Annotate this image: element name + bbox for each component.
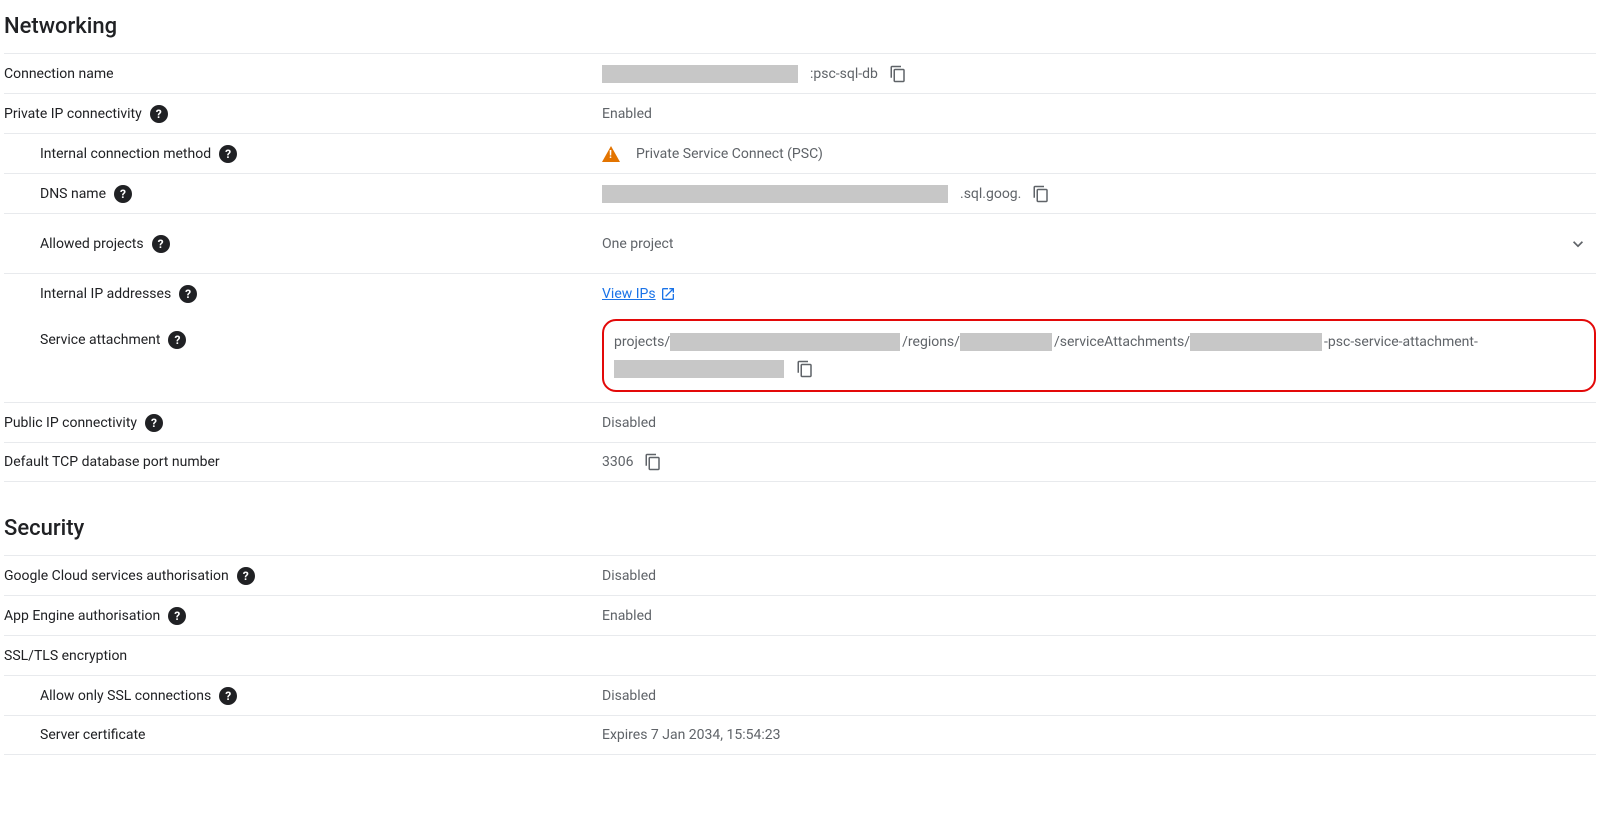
redacted-dns (602, 185, 948, 203)
dns-name-label: DNS name (40, 186, 106, 202)
redacted-sa-name (1190, 333, 1322, 351)
ssl-tls-label: SSL/TLS encryption (4, 648, 127, 664)
row-gcs-auth: Google Cloud services authorisation ? Di… (4, 555, 1596, 595)
row-ssl-tls: SSL/TLS encryption (4, 635, 1596, 675)
copy-icon[interactable] (888, 64, 908, 84)
internal-method-value: Private Service Connect (PSC) (636, 146, 823, 162)
sa-suffix: -psc-service-attachment- (1324, 334, 1478, 350)
chevron-down-icon[interactable] (1568, 234, 1588, 254)
row-connection-name: Connection name :psc-sql-db (4, 53, 1596, 93)
warning-icon (602, 146, 620, 162)
row-allow-ssl: Allow only SSL connections ? Disabled (4, 675, 1596, 715)
service-attachment-label: Service attachment (40, 332, 160, 348)
gcs-auth-value: Disabled (602, 568, 656, 584)
app-engine-label: App Engine authorisation (4, 608, 160, 624)
row-allowed-projects[interactable]: Allowed projects ? One project (4, 213, 1596, 273)
row-dns-name: DNS name ? .sql.goog. (4, 173, 1596, 213)
app-engine-value: Enabled (602, 608, 652, 624)
server-cert-value: Expires 7 Jan 2034, 15:54:23 (602, 727, 780, 743)
help-icon[interactable]: ? (179, 285, 197, 303)
help-icon[interactable]: ? (152, 235, 170, 253)
internal-method-label: Internal connection method (40, 146, 211, 162)
connection-name-label: Connection name (4, 66, 114, 82)
sa-mid1: /regions/ (902, 334, 960, 350)
help-icon[interactable]: ? (150, 105, 168, 123)
help-icon[interactable]: ? (168, 331, 186, 349)
row-public-ip: Public IP connectivity ? Disabled (4, 402, 1596, 442)
internal-ips-label: Internal IP addresses (40, 286, 171, 302)
public-ip-value: Disabled (602, 415, 656, 431)
copy-icon[interactable] (643, 452, 663, 472)
security-title: Security (4, 516, 1596, 541)
allow-ssl-label: Allow only SSL connections (40, 688, 211, 704)
tcp-port-label: Default TCP database port number (4, 454, 220, 470)
help-icon[interactable]: ? (168, 607, 186, 625)
redacted-project (602, 65, 798, 83)
networking-title: Networking (4, 14, 1596, 39)
copy-icon[interactable] (1031, 184, 1051, 204)
allow-ssl-value: Disabled (602, 688, 656, 704)
server-cert-label: Server certificate (40, 727, 145, 743)
redacted-sa-id (614, 360, 784, 378)
gcs-auth-label: Google Cloud services authorisation (4, 568, 229, 584)
row-tcp-port: Default TCP database port number 3306 (4, 442, 1596, 482)
help-icon[interactable]: ? (237, 567, 255, 585)
row-internal-ips: Internal IP addresses ? View IPs (4, 273, 1596, 313)
view-ips-link[interactable]: View IPs (602, 286, 676, 302)
redacted-sa-region (960, 333, 1052, 351)
help-icon[interactable]: ? (114, 185, 132, 203)
public-ip-label: Public IP connectivity (4, 415, 137, 431)
dns-name-value: .sql.goog. (960, 186, 1021, 202)
allowed-projects-value: One project (602, 236, 673, 252)
private-ip-label: Private IP connectivity (4, 106, 142, 122)
row-server-cert: Server certificate Expires 7 Jan 2034, 1… (4, 715, 1596, 755)
copy-icon[interactable] (795, 359, 815, 379)
service-attachment-highlight: projects/ /regions/ /serviceAttachments/ -p… (602, 319, 1596, 392)
sa-prefix1: projects/ (614, 334, 670, 350)
allowed-projects-label: Allowed projects (40, 236, 144, 252)
row-app-engine: App Engine authorisation ? Enabled (4, 595, 1596, 635)
row-service-attachment: Service attachment ? projects/ /regions/ /… (4, 313, 1596, 402)
row-private-ip: Private IP connectivity ? Enabled (4, 93, 1596, 133)
help-icon[interactable]: ? (219, 687, 237, 705)
tcp-port-value: 3306 (602, 454, 633, 470)
row-internal-method: Internal connection method ? Private Ser… (4, 133, 1596, 173)
sa-mid2: /serviceAttachments/ (1054, 334, 1190, 350)
connection-name-value: :psc-sql-db (810, 66, 878, 82)
redacted-sa-project (670, 333, 900, 351)
help-icon[interactable]: ? (145, 414, 163, 432)
help-icon[interactable]: ? (219, 145, 237, 163)
private-ip-value: Enabled (602, 106, 652, 122)
